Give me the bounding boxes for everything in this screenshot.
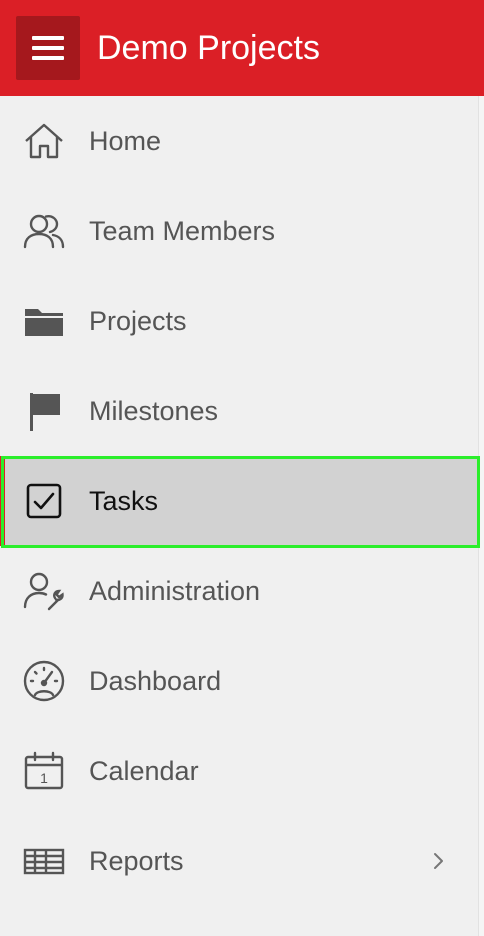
nav-item-label: Administration	[89, 576, 261, 606]
content-edge	[479, 96, 484, 936]
nav-item-label: Projects	[89, 306, 187, 336]
calendar-icon: 1	[22, 749, 66, 793]
focus-ring	[1, 456, 480, 548]
nav-item-reports[interactable]: Reports	[0, 816, 479, 906]
home-icon	[22, 119, 66, 163]
nav-item-calendar[interactable]: 1 Calendar	[0, 726, 479, 816]
app-header: Demo Projects	[0, 0, 484, 96]
nav-item-tasks[interactable]: Tasks	[0, 456, 480, 548]
users-icon	[22, 209, 66, 253]
menu-toggle-button[interactable]	[16, 16, 80, 80]
nav-item-milestones[interactable]: Milestones	[0, 366, 479, 456]
nav-item-label: Calendar	[89, 756, 199, 786]
chevron-right-icon[interactable]	[428, 848, 450, 874]
nav-item-label: Team Members	[89, 216, 276, 246]
nav-item-team-members[interactable]: Team Members	[0, 186, 479, 276]
nav-item-label: Home	[89, 126, 162, 156]
nav-item-label: Dashboard	[89, 666, 222, 696]
nav-item-dashboard[interactable]: Dashboard	[0, 636, 479, 726]
nav-item-label: Tasks	[89, 486, 159, 516]
checkbox-checked-icon	[22, 479, 66, 523]
nav-item-label: Milestones	[89, 396, 219, 426]
hamburger-icon	[32, 36, 64, 40]
app-title[interactable]: Demo Projects	[97, 27, 320, 69]
svg-text:1: 1	[40, 770, 48, 786]
flag-icon	[22, 389, 66, 433]
side-navigation: Home Team Members Projects Milestones Ta…	[0, 96, 480, 906]
gauge-icon	[22, 659, 66, 703]
nav-item-administration[interactable]: Administration	[0, 546, 479, 636]
nav-item-projects[interactable]: Projects	[0, 276, 479, 366]
table-icon	[22, 839, 66, 883]
nav-item-label: Reports	[89, 846, 184, 876]
folder-icon	[22, 299, 66, 343]
user-wrench-icon	[22, 569, 66, 613]
nav-item-home[interactable]: Home	[0, 96, 479, 186]
